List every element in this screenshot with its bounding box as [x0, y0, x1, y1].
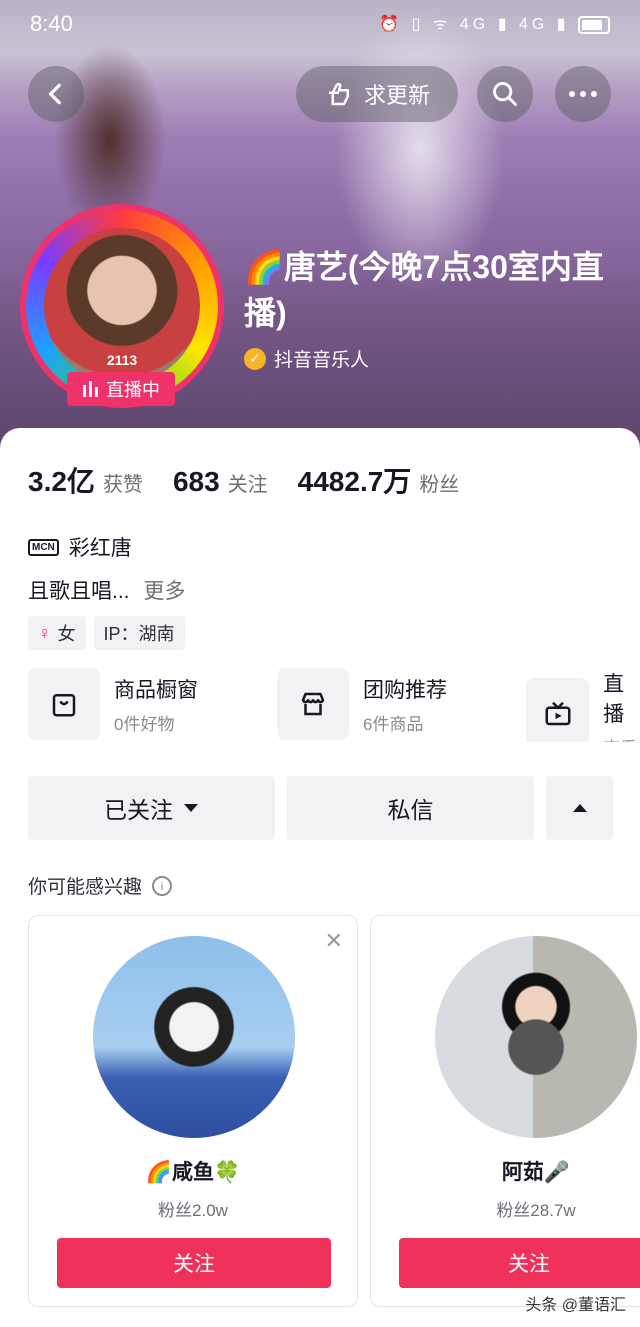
shop-title: 商品橱窗: [114, 678, 198, 702]
live-badge-label: 直播中: [106, 380, 160, 400]
stat-fans[interactable]: 4482.7万 粉丝: [298, 460, 460, 500]
watermark: 头条 @董语汇: [525, 1297, 626, 1314]
recommend-title: 你可能感兴趣 i: [28, 872, 173, 899]
request-update-label: 求更新: [363, 83, 430, 108]
more-dots-icon: [569, 91, 597, 97]
caret-up-icon: [572, 804, 587, 812]
recommend-fans: 粉丝2.0w: [158, 1201, 228, 1220]
live-bars-icon: [83, 381, 98, 397]
recommend-name: 阿茹🎤: [501, 1161, 571, 1184]
gender-label: 女: [57, 624, 76, 644]
message-label: 私信: [387, 797, 434, 823]
close-icon[interactable]: ✕: [325, 928, 343, 954]
tag-row: ♀ 女 IP：湖南: [28, 616, 185, 650]
stats-row: 3.2亿 获赞 683 关注 4482.7万 粉丝: [28, 460, 459, 500]
status-bar: 8:40 ⏰ ▯ ᯤ 4G ▮ 4G ▮: [0, 0, 640, 46]
live-replay-entry[interactable]: 直播 查看: [526, 668, 640, 742]
bio-more-link[interactable]: 更多: [144, 580, 186, 603]
caret-down-icon: [184, 804, 198, 812]
recommend-fans: 粉丝28.7w: [496, 1201, 576, 1220]
group-buy-entry[interactable]: 团购推荐 6件商品: [277, 668, 447, 740]
stat-label: 获赞: [102, 474, 143, 496]
stat-value: 3.2亿: [28, 466, 95, 497]
mcn-icon: MCN: [28, 538, 59, 556]
stat-value: 4482.7万: [297, 466, 412, 497]
recommend-card[interactable]: ✕ 🌈咸鱼🍀 粉丝2.0w 关注: [28, 915, 358, 1307]
shop-sub: 6件商品: [363, 714, 424, 734]
more-button[interactable]: [555, 66, 611, 122]
profile-name: 🌈唐艺(今晚7点30室内直播): [244, 249, 604, 331]
gender-tag: ♀ 女: [28, 616, 86, 650]
store-icon: [277, 668, 349, 740]
live-badge[interactable]: 直播中: [67, 372, 175, 406]
followed-label: 已关注: [104, 797, 173, 823]
status-time: 8:40: [30, 11, 73, 36]
tv-icon: [526, 677, 590, 742]
verified-label: 抖音音乐人: [274, 350, 370, 371]
mcn-row[interactable]: MCN 彩红唐: [28, 532, 132, 562]
shop-window-entry[interactable]: 商品橱窗 0件好物: [28, 668, 198, 740]
follow-button[interactable]: 关注: [399, 1238, 640, 1288]
battery-icon: [578, 15, 610, 34]
shop-title: 直播: [603, 673, 625, 726]
recommend-name: 🌈咸鱼🍀: [145, 1161, 241, 1184]
profile-sheet: 3.2亿 获赞 683 关注 4482.7万 粉丝 MCN 彩红唐 且歌且唱... 更多…: [0, 428, 640, 1327]
recommend-avatar[interactable]: [93, 936, 295, 1138]
expand-button[interactable]: [546, 776, 613, 840]
bio: 且歌且唱... 更多: [28, 575, 186, 605]
info-icon[interactable]: i: [152, 875, 173, 896]
chevron-left-icon: [48, 83, 61, 105]
search-icon: [493, 82, 517, 106]
hand-point-icon: [328, 82, 349, 106]
action-row: 已关注 私信: [28, 776, 613, 840]
signal-icons: ⏰ ▯ ᯤ 4G ▮ 4G ▮: [379, 16, 570, 33]
shop-sub: 0件好物: [114, 714, 175, 734]
stat-label: 关注: [227, 474, 268, 496]
stat-value: 683: [172, 466, 220, 497]
check-icon: ✓: [244, 347, 266, 370]
mcn-name: 彩红唐: [68, 537, 132, 560]
shop-title: 团购推荐: [363, 678, 447, 702]
followed-button[interactable]: 已关注: [28, 776, 275, 840]
status-icons: ⏰ ▯ ᯤ 4G ▮ 4G ▮: [379, 12, 610, 34]
verified-badge: ✓ 抖音音乐人: [244, 345, 369, 372]
bag-icon: [28, 668, 100, 740]
follow-button[interactable]: 关注: [57, 1238, 331, 1288]
search-button[interactable]: [477, 66, 533, 122]
stat-likes[interactable]: 3.2亿 获赞: [28, 460, 143, 500]
recommend-title-text: 你可能感兴趣: [28, 877, 143, 898]
back-button[interactable]: [28, 66, 84, 122]
ip-label: IP：湖南: [103, 624, 175, 644]
bio-text: 且歌且唱...: [28, 580, 130, 603]
stat-following[interactable]: 683 关注: [173, 466, 268, 498]
recommend-avatar[interactable]: [435, 936, 637, 1138]
request-update-button[interactable]: 求更新: [296, 66, 458, 122]
shop-row: 商品橱窗 0件好物 团购推荐 6件商品 直播 查看: [28, 668, 640, 742]
message-button[interactable]: 私信: [287, 776, 534, 840]
avatar-number: 2113: [106, 352, 138, 368]
ip-tag: IP：湖南: [93, 616, 185, 650]
female-icon: ♀: [38, 622, 52, 643]
recommend-card[interactable]: 阿茹🎤 粉丝28.7w 关注: [370, 915, 640, 1307]
stat-label: 粉丝: [419, 474, 460, 496]
shop-sub: 查看: [603, 734, 640, 742]
